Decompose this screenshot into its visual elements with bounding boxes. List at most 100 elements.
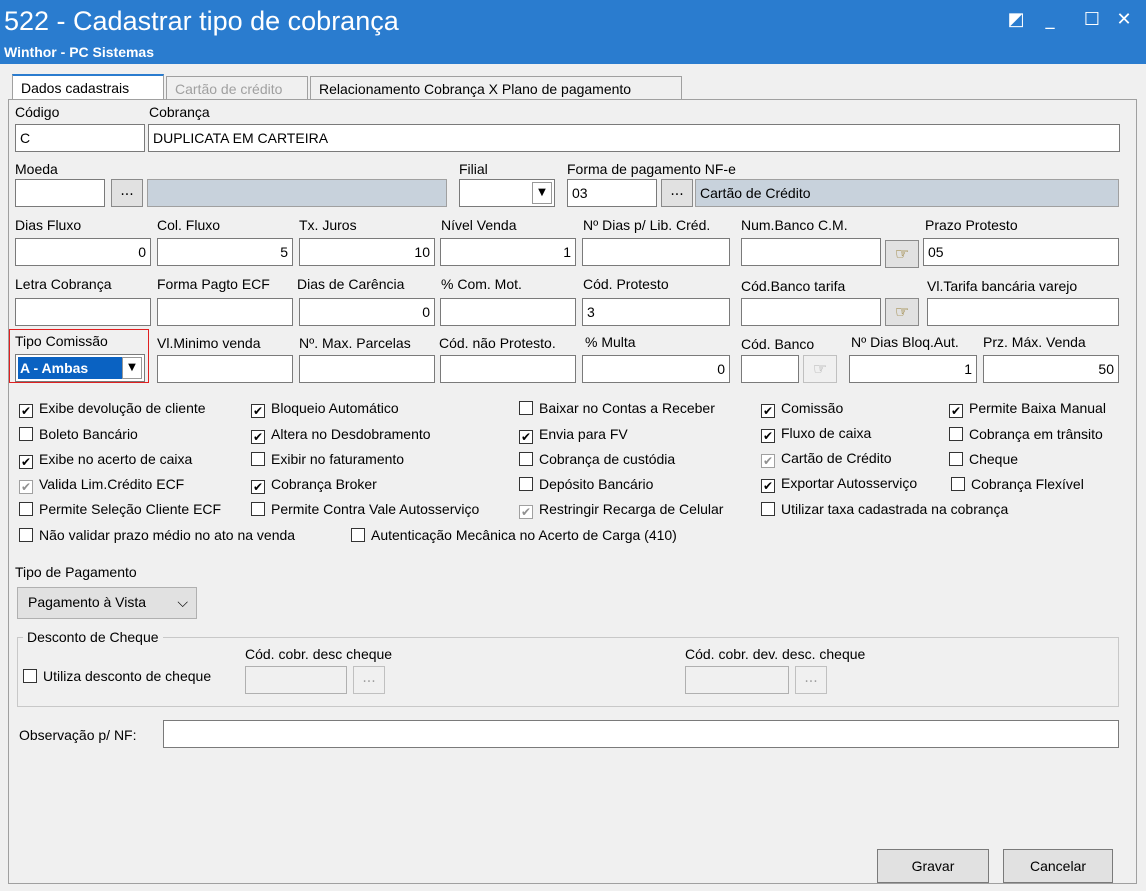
tx-juros-label: Tx. Juros: [299, 217, 357, 233]
checkbox-cobranca-transito[interactable]: Cobrança em trânsito: [949, 426, 1103, 442]
checkbox-label: Autenticação Mecânica no Acerto de Carga…: [371, 527, 677, 543]
prazo-protesto-input[interactable]: 05: [923, 238, 1119, 266]
vl-tarifa-input[interactable]: [927, 298, 1119, 326]
checkbox-altera-desdobramento[interactable]: ✔ Altera no Desdobramento: [251, 426, 431, 444]
cod-cobr-desc-search-button[interactable]: ...: [353, 666, 385, 694]
cod-banco-tarifa-input[interactable]: [741, 298, 881, 326]
checkbox-cheque[interactable]: Cheque: [949, 451, 1018, 467]
checkbox-label: Depósito Bancário: [539, 476, 654, 492]
forma-pagto-ecf-input[interactable]: [157, 298, 293, 326]
chevron-down-icon[interactable]: ▼: [532, 182, 552, 204]
pointing-hand-icon[interactable]: ☞: [885, 240, 919, 268]
moeda-search-button[interactable]: ...: [111, 179, 143, 207]
tipo-pagamento-label: Tipo de Pagamento: [15, 564, 137, 580]
tipo-comissao-select[interactable]: A - Ambas ▼: [15, 354, 145, 382]
codigo-input[interactable]: C: [15, 124, 145, 152]
tab-dados-cadastrais[interactable]: Dados cadastrais: [12, 74, 164, 100]
checkbox-baixar-contas-receber[interactable]: Baixar no Contas a Receber: [519, 400, 715, 416]
filial-select[interactable]: ▼: [459, 179, 555, 207]
tipo-pagamento-dropdown[interactable]: Pagamento à Vista ⌵: [17, 587, 197, 619]
checkbox-cobranca-custodia[interactable]: Cobrança de custódia: [519, 451, 675, 467]
checkbox-nao-validar-prazo[interactable]: Não validar prazo médio no ato na venda: [19, 527, 295, 543]
checkbox-label: Cheque: [969, 451, 1019, 467]
cod-cobr-desc-input[interactable]: [245, 666, 347, 694]
prz-max-venda-input[interactable]: 50: [983, 355, 1119, 383]
close-icon[interactable]: ✕: [1110, 8, 1138, 32]
pointing-hand-icon[interactable]: ☞: [803, 355, 837, 383]
restore-icon[interactable]: ◩: [1002, 8, 1030, 32]
col-fluxo-input[interactable]: 5: [157, 238, 293, 266]
checkbox-permite-baixa-manual[interactable]: ✔ Permite Baixa Manual: [949, 400, 1106, 418]
checkbox-utiliza-desconto-cheque[interactable]: Utiliza desconto de cheque: [23, 668, 211, 684]
minimize-icon[interactable]: _: [1036, 8, 1064, 32]
checkbox-label: Baixar no Contas a Receber: [539, 400, 715, 416]
chevron-down-icon: ⌵: [177, 594, 188, 610]
checkbox-restringir-recarga[interactable]: ✔ Restringir Recarga de Celular: [519, 501, 723, 519]
filial-label: Filial: [459, 161, 488, 177]
checkbox-label: Altera no Desdobramento: [271, 426, 431, 442]
checkbox-valida-lim-credito[interactable]: ✔ Valida Lim.Crédito ECF: [19, 476, 184, 494]
nivel-venda-input[interactable]: 1: [440, 238, 576, 266]
checkbox-cobranca-broker[interactable]: ✔ Cobrança Broker: [251, 476, 377, 494]
checkbox-label: Exibe no acerto de caixa: [39, 451, 193, 467]
checkbox-empty-icon: [519, 401, 533, 415]
checkbox-label: Permite Seleção Cliente ECF: [39, 501, 222, 517]
checkbox-comissao[interactable]: ✔ Comissão: [761, 400, 843, 418]
check-icon: ✔: [519, 505, 533, 519]
dias-fluxo-input[interactable]: 0: [15, 238, 151, 266]
check-icon: ✔: [251, 430, 265, 444]
vl-minimo-input[interactable]: [157, 355, 293, 383]
chevron-down-icon[interactable]: ▼: [122, 357, 142, 379]
forma-pagamento-search-button[interactable]: ...: [661, 179, 693, 207]
dias-lib-cred-input[interactable]: [582, 238, 730, 266]
tab-cartao-de-credito[interactable]: Cartão de crédito: [166, 76, 308, 100]
vl-tarifa-label: Vl.Tarifa bancária varejo: [927, 278, 1078, 294]
moeda-input[interactable]: [15, 179, 105, 207]
tx-juros-input[interactable]: 10: [299, 238, 435, 266]
checkbox-exibe-acerto-caixa[interactable]: ✔ Exibe no acerto de caixa: [19, 451, 192, 469]
nivel-venda-label: Nível Venda: [441, 217, 517, 233]
multa-input[interactable]: 0: [582, 355, 730, 383]
tipo-comissao-value: A - Ambas: [18, 357, 122, 379]
cod-nao-protesto-input[interactable]: [440, 355, 576, 383]
letra-cobranca-input[interactable]: [15, 298, 151, 326]
checkbox-fluxo-caixa[interactable]: ✔ Fluxo de caixa: [761, 425, 871, 443]
cod-banco-input[interactable]: [741, 355, 799, 383]
max-parcelas-input[interactable]: [299, 355, 435, 383]
dias-bloq-input[interactable]: 1: [849, 355, 977, 383]
cancelar-button[interactable]: Cancelar: [1003, 849, 1113, 883]
maximize-icon[interactable]: ☐: [1078, 8, 1106, 32]
com-mot-input[interactable]: [440, 298, 576, 326]
title-bar[interactable]: 522 - Cadastrar tipo de cobrança Winthor…: [0, 0, 1146, 64]
checkbox-exportar-autosservico[interactable]: ✔ Exportar Autosserviço: [761, 475, 917, 493]
observacao-input[interactable]: [163, 720, 1119, 748]
num-banco-cm-input[interactable]: [741, 238, 881, 266]
desconto-cheque-group-label: Desconto de Cheque: [23, 629, 163, 645]
gravar-button[interactable]: Gravar: [877, 849, 989, 883]
checkbox-autenticacao-mecanica[interactable]: Autenticação Mecânica no Acerto de Carga…: [351, 527, 677, 543]
checkbox-bloqueio-automatico[interactable]: ✔ Bloqueio Automático: [251, 400, 399, 418]
cod-cobr-dev-search-button[interactable]: ...: [795, 666, 827, 694]
checkbox-cartao-credito[interactable]: ✔ Cartão de Crédito: [761, 450, 892, 468]
checkbox-deposito-bancario[interactable]: Depósito Bancário: [519, 476, 653, 492]
codigo-label: Código: [15, 104, 60, 120]
checkbox-permite-selecao-cliente[interactable]: Permite Seleção Cliente ECF: [19, 501, 221, 517]
checkbox-exibe-devolucao[interactable]: ✔ Exibe devolução de cliente: [19, 400, 206, 418]
forma-pagamento-nfe-input[interactable]: 03: [567, 179, 657, 207]
pointing-hand-icon[interactable]: ☞: [885, 298, 919, 326]
forma-pagamento-description: Cartão de Crédito: [695, 179, 1119, 207]
cod-cobr-dev-input[interactable]: [685, 666, 789, 694]
checkbox-cobranca-flexivel[interactable]: Cobrança Flexível: [951, 476, 1084, 492]
checkbox-label: Permite Baixa Manual: [969, 400, 1106, 416]
checkbox-label: Exportar Autosserviço: [781, 475, 918, 491]
checkbox-permite-contra-vale[interactable]: Permite Contra Vale Autosserviço: [251, 501, 479, 517]
cod-protesto-input[interactable]: 3: [582, 298, 730, 326]
tab-relacionamento[interactable]: Relacionamento Cobrança X Plano de pagam…: [310, 76, 682, 100]
checkbox-boleto-bancario[interactable]: Boleto Bancário: [19, 426, 138, 442]
dias-carencia-input[interactable]: 0: [299, 298, 435, 326]
checkbox-exibir-faturamento[interactable]: Exibir no faturamento: [251, 451, 404, 467]
cobranca-input[interactable]: DUPLICATA EM CARTEIRA: [148, 124, 1120, 152]
checkbox-envia-fv[interactable]: ✔ Envia para FV: [519, 426, 628, 444]
checkbox-utilizar-taxa[interactable]: Utilizar taxa cadastrada na cobrança: [761, 501, 1008, 517]
check-icon: ✔: [251, 404, 265, 418]
